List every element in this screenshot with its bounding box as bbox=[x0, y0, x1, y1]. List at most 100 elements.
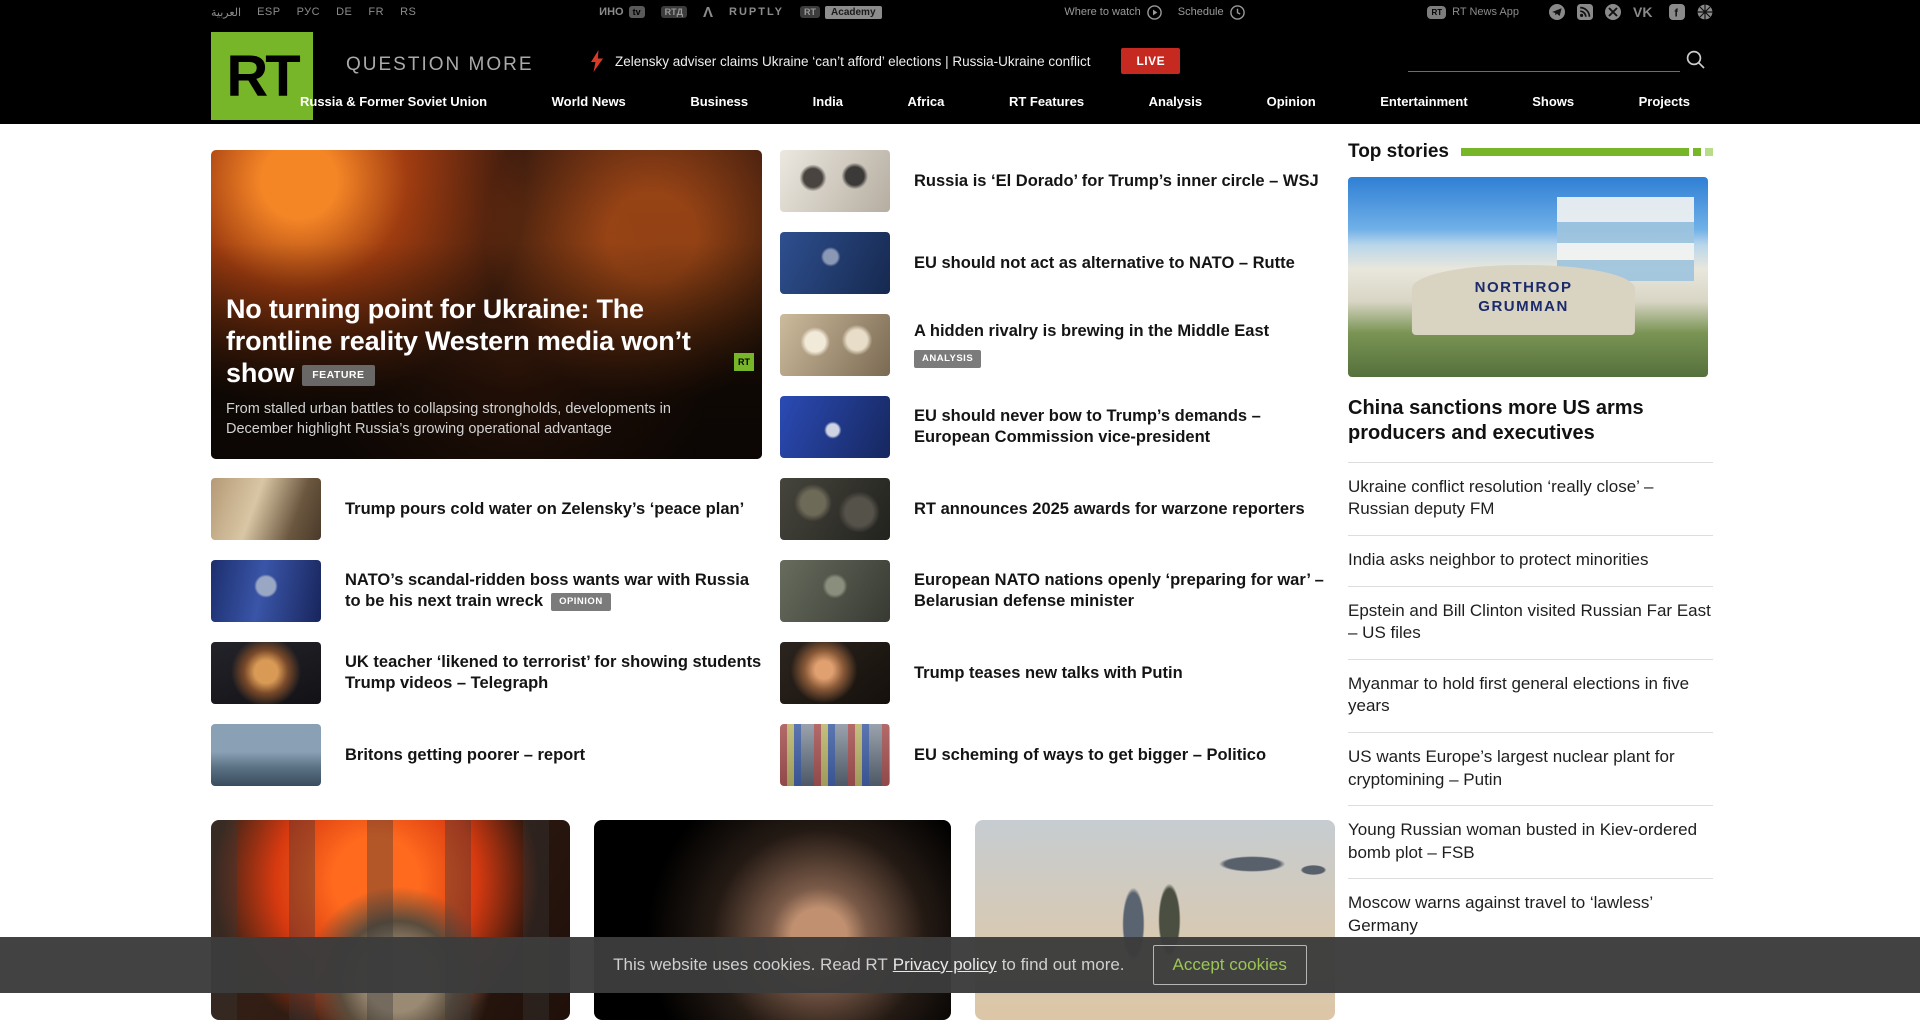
article-title[interactable]: A hidden rivalry is brewing in the Middl… bbox=[914, 321, 1269, 369]
article-title[interactable]: Britons getting poorer – report bbox=[345, 745, 585, 766]
belarus-minister-thumbnail[interactable] bbox=[780, 560, 890, 622]
cookie-banner: This website uses cookies. Read RT Priva… bbox=[0, 937, 1920, 993]
social-icons: VK f bbox=[1549, 4, 1713, 20]
nav-business[interactable]: Business bbox=[690, 94, 748, 109]
search-area bbox=[1408, 46, 1708, 74]
lang-arabic[interactable]: العربية bbox=[211, 6, 241, 19]
nav-entertainment[interactable]: Entertainment bbox=[1380, 94, 1467, 109]
rss-icon[interactable] bbox=[1577, 4, 1593, 20]
odysee-globe-icon[interactable] bbox=[1697, 4, 1713, 20]
nav-shows[interactable]: Shows bbox=[1532, 94, 1574, 109]
search-input[interactable] bbox=[1408, 46, 1680, 72]
list-item[interactable]: Russia is ‘El Dorado’ for Trump’s inner … bbox=[780, 150, 1329, 212]
trump-video-screen-thumbnail[interactable] bbox=[211, 642, 321, 704]
telegram-icon[interactable] bbox=[1549, 4, 1565, 20]
accept-cookies-button[interactable]: Accept cookies bbox=[1153, 945, 1307, 985]
nav-projects[interactable]: Projects bbox=[1639, 94, 1690, 109]
london-skyline-thumbnail[interactable] bbox=[211, 724, 321, 786]
nav-africa[interactable]: Africa bbox=[908, 94, 945, 109]
nav-russia-fsu[interactable]: Russia & Former Soviet Union bbox=[300, 94, 487, 109]
rutte-flags-thumbnail[interactable] bbox=[211, 560, 321, 622]
article-title[interactable]: Russia is ‘El Dorado’ for Trump’s inner … bbox=[914, 171, 1319, 192]
article-title[interactable]: EU should not act as alternative to NATO… bbox=[914, 253, 1295, 274]
inotv-label: ИНО bbox=[599, 6, 623, 18]
progress-dot[interactable] bbox=[1705, 148, 1713, 156]
nav-india[interactable]: India bbox=[813, 94, 843, 109]
hero-title[interactable]: No turning point for Ukraine: The frontl… bbox=[226, 294, 746, 390]
northrop-grumman-image[interactable]: NORTHROP GRUMMAN bbox=[1348, 177, 1708, 377]
rtd-link[interactable]: RTД bbox=[661, 6, 687, 18]
article-title[interactable]: RT announces 2025 awards for warzone rep… bbox=[914, 499, 1305, 520]
nav-rt-features[interactable]: RT Features bbox=[1009, 94, 1084, 109]
ruptly-logo-link[interactable]: Ʌ bbox=[703, 4, 713, 21]
top-story-item[interactable]: Young Russian woman busted in Kiev-order… bbox=[1348, 805, 1713, 878]
article-title[interactable]: European NATO nations openly ‘preparing … bbox=[914, 570, 1329, 612]
ruptly-link[interactable]: RUPTLY bbox=[729, 6, 784, 18]
zelensky-trump-thumbnail[interactable] bbox=[211, 478, 321, 540]
list-item[interactable]: RT announces 2025 awards for warzone rep… bbox=[780, 478, 1329, 540]
eu-flags-building-thumbnail[interactable] bbox=[780, 724, 890, 786]
top-story-item[interactable]: US wants Europe’s largest nuclear plant … bbox=[1348, 732, 1713, 805]
rt-logo[interactable]: RT bbox=[211, 32, 313, 120]
f-app-icon[interactable]: f bbox=[1669, 4, 1685, 20]
article-title-text: A hidden rivalry is brewing in the Middl… bbox=[914, 322, 1269, 340]
article-title[interactable]: EU scheming of ways to get bigger – Poli… bbox=[914, 745, 1266, 766]
list-item[interactable]: Trump teases new talks with Putin bbox=[780, 642, 1329, 704]
lang-fr[interactable]: FR bbox=[368, 6, 384, 18]
rt-academy-link[interactable]: RTAcademy bbox=[800, 6, 881, 19]
hero-article[interactable]: RT No turning point for Ukraine: The fro… bbox=[211, 150, 762, 459]
nav-world-news[interactable]: World News bbox=[552, 94, 626, 109]
rt-academy-rt-icon: RT bbox=[800, 6, 820, 18]
hero-content: No turning point for Ukraine: The frontl… bbox=[211, 294, 762, 459]
broadcast-links: Where to watch Schedule bbox=[1064, 5, 1244, 20]
article-title[interactable]: Trump teases new talks with Putin bbox=[914, 663, 1183, 684]
article-title[interactable]: EU should never bow to Trump’s demands –… bbox=[914, 406, 1329, 448]
warzone-reporters-thumbnail[interactable] bbox=[780, 478, 890, 540]
nav-analysis[interactable]: Analysis bbox=[1149, 94, 1202, 109]
article-title[interactable]: UK teacher ‘likened to terrorist’ for sh… bbox=[345, 652, 762, 694]
list-item[interactable]: EU should not act as alternative to NATO… bbox=[780, 232, 1329, 294]
list-item[interactable]: EU scheming of ways to get bigger – Poli… bbox=[780, 724, 1329, 786]
schedule-link[interactable]: Schedule bbox=[1178, 5, 1245, 20]
nav-opinion[interactable]: Opinion bbox=[1267, 94, 1316, 109]
lang-de[interactable]: DE bbox=[336, 6, 352, 18]
topbar: العربية ESP РУС DE FR RS ИНОtv RTД Ʌ RUP… bbox=[0, 0, 1920, 24]
lang-rs[interactable]: RS bbox=[400, 6, 416, 18]
rutte-podium-thumbnail[interactable] bbox=[780, 232, 890, 294]
trump-inner-circle-thumbnail[interactable] bbox=[780, 150, 890, 212]
breaking-news-bar: Zelensky adviser claims Ukraine ‘can’t a… bbox=[590, 46, 1180, 76]
list-item[interactable]: NATO’s scandal-ridden boss wants war wit… bbox=[211, 560, 762, 622]
site-header: RT QUESTION MORE Zelensky adviser claims… bbox=[0, 24, 1920, 124]
brand-links: ИНОtv RTД Ʌ RUPTLY RTAcademy bbox=[599, 4, 881, 21]
article-title[interactable]: NATO’s scandal-ridden boss wants war wit… bbox=[345, 570, 762, 612]
top-story-item[interactable]: Epstein and Bill Clinton visited Russian… bbox=[1348, 586, 1713, 659]
eu-commission-thumbnail[interactable] bbox=[780, 396, 890, 458]
list-item[interactable]: EU should never bow to Trump’s demands –… bbox=[780, 396, 1329, 458]
x-twitter-icon[interactable] bbox=[1605, 4, 1621, 20]
top-story-item[interactable]: Ukraine conflict resolution ‘really clos… bbox=[1348, 462, 1713, 535]
breaking-headline[interactable]: Zelensky adviser claims Ukraine ‘can’t a… bbox=[615, 54, 1090, 69]
top-story-item[interactable]: Myanmar to hold first general elections … bbox=[1348, 659, 1713, 732]
list-item[interactable]: Britons getting poorer – report bbox=[211, 724, 762, 786]
question-more-tagline: QUESTION MORE bbox=[346, 54, 534, 76]
article-title[interactable]: Trump pours cold water on Zelensky’s ‘pe… bbox=[345, 499, 744, 520]
list-item[interactable]: UK teacher ‘likened to terrorist’ for sh… bbox=[211, 642, 762, 704]
rt-news-app-link[interactable]: RT RT News App bbox=[1427, 6, 1519, 19]
where-to-watch-link[interactable]: Where to watch bbox=[1064, 5, 1161, 20]
middle-east-leaders-thumbnail[interactable] bbox=[780, 314, 890, 376]
live-button[interactable]: LIVE bbox=[1121, 48, 1180, 74]
lang-rus[interactable]: РУС bbox=[297, 6, 321, 18]
list-item[interactable]: European NATO nations openly ‘preparing … bbox=[780, 560, 1329, 622]
opinion-badge: OPINION bbox=[551, 593, 611, 611]
top-story-item[interactable]: India asks neighbor to protect minoritie… bbox=[1348, 535, 1713, 586]
list-item[interactable]: A hidden rivalry is brewing in the Middl… bbox=[780, 314, 1329, 376]
list-item[interactable]: Trump pours cold water on Zelensky’s ‘pe… bbox=[211, 478, 762, 540]
trump-phone-thumbnail[interactable] bbox=[780, 642, 890, 704]
privacy-policy-link[interactable]: Privacy policy bbox=[893, 955, 997, 975]
top-stories-lead-title[interactable]: China sanctions more US arms producers a… bbox=[1348, 396, 1713, 447]
search-icon[interactable] bbox=[1684, 48, 1708, 72]
vk-icon[interactable]: VK bbox=[1633, 4, 1657, 20]
progress-dot[interactable] bbox=[1693, 148, 1701, 156]
lang-esp[interactable]: ESP bbox=[257, 6, 281, 18]
inotv-link[interactable]: ИНОtv bbox=[599, 6, 644, 18]
